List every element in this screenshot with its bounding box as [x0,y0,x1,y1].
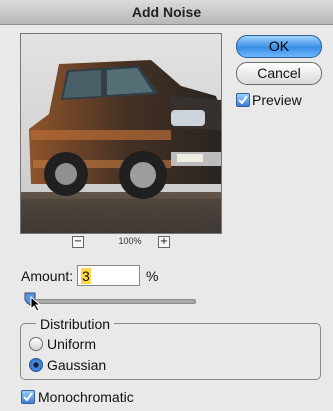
zoom-in-button[interactable]: + [158,236,170,248]
checkmark-icon [23,392,33,402]
amount-input[interactable]: 3 [77,265,140,286]
zoom-controls: − 100% + [20,236,222,250]
zoom-out-button[interactable]: − [72,236,84,248]
truck-preview-picture [21,34,221,233]
monochromatic-checkbox[interactable] [21,390,35,404]
window-title: Add Noise [0,0,333,25]
checkmark-icon [238,95,248,105]
zoom-level: 100% [118,236,142,246]
distribution-title: Distribution [36,316,115,332]
cancel-button[interactable]: Cancel [236,62,322,85]
uniform-label: Uniform [47,336,97,352]
preview-checkbox[interactable] [236,93,250,107]
amount-label: Amount: [21,268,74,284]
monochromatic-label: Monochromatic [38,389,134,405]
gaussian-label: Gaussian [47,357,107,373]
percent-unit: % [146,268,159,284]
amount-slider-track[interactable] [26,299,196,304]
gaussian-radio[interactable] [29,358,43,372]
mouse-cursor-icon [30,296,42,312]
ok-button[interactable]: OK [236,35,322,58]
amount-value: 3 [81,268,91,284]
uniform-radio[interactable] [29,337,43,351]
preview-image[interactable] [20,33,222,234]
preview-label: Preview [252,92,302,108]
